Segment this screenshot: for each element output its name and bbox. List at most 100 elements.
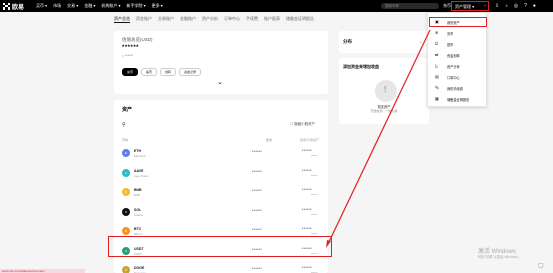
tab-earn[interactable]: 金融账户 — [180, 16, 196, 23]
search-input[interactable]: 搜索币种 — [381, 3, 439, 9]
records-button[interactable]: 资金记录 — [179, 68, 202, 76]
table-row[interactable]: D DOGE Dogecoin ****** ****** ****** — [114, 263, 328, 273]
dropdown-item-label: 订单中心 — [447, 76, 460, 80]
coin-symbol: DOGE — [134, 266, 145, 270]
dropdown-item-proof-of-reserves[interactable]: ▦ 储备金证明报告 — [428, 95, 488, 103]
table-row[interactable]: S SOL Solana ****** ****** ****** — [114, 205, 328, 221]
deposit-button[interactable]: 充币 — [122, 68, 139, 76]
deposit-icon: ⊕ — [435, 30, 439, 35]
transfer-icon: ⇄ — [435, 52, 439, 57]
tab-overview[interactable]: 资产总览 — [114, 16, 130, 23]
tab-analysis[interactable]: 资产分析 — [202, 16, 218, 23]
hide-small-label: 隐藏小额资产 — [294, 122, 316, 126]
dropdown-item-order-center[interactable]: ▤ 订单中心 — [428, 73, 488, 81]
taskbar-icon[interactable]: ▢ — [538, 262, 544, 269]
download-icon[interactable]: ⇩ — [495, 3, 499, 9]
hide-small-assets-toggle[interactable]: ☐ 隐藏小额资产 — [290, 122, 315, 127]
asset-subtabs: 资产总览 资金账户 交易账户 金融账户 资产分析 订单中心 手续费 账户报表 储… — [114, 16, 314, 23]
nav-item-market[interactable]: 市场 — [53, 3, 61, 9]
user-icon[interactable]: ● — [533, 3, 536, 9]
coin-balance: ****** — [252, 208, 262, 213]
coin-symbol: BTC — [134, 227, 142, 231]
coin-value: ****** — [302, 227, 312, 231]
col-coin: 币种 — [122, 138, 129, 142]
distribution-card: 分布 ⌄ — [339, 31, 429, 53]
tab-fees[interactable]: 手续费 — [246, 16, 258, 23]
coin-symbol: SOL — [134, 207, 142, 212]
withdraw-button[interactable]: 提币 — [141, 68, 158, 76]
warning-icon: ! — [384, 85, 387, 94]
top-navbar: 欧易 买币 ▾ 市场 交易 ▾ 金融 ▾ 机构账户 ▾ 新手学院 ▾ 更多 ▾ … — [0, 0, 553, 12]
nav-icon-group: ⇩ ♪ ◎ ? ● — [495, 3, 536, 9]
tab-funding[interactable]: 资金账户 — [136, 16, 152, 23]
overview-value: ****** — [122, 45, 140, 51]
coin-icon: S — [122, 207, 130, 216]
col-value: 估值/可用资产 — [300, 138, 319, 142]
dropdown-item-label: 提币 — [447, 43, 454, 47]
nav-item-more[interactable]: 更多 ▾ — [152, 3, 163, 9]
coin-name: Solana — [134, 212, 143, 217]
dropdown-item-label: 我的资产 — [447, 21, 460, 25]
coin-symbol: AAVE — [134, 168, 144, 173]
table-row[interactable]: E ETH Ethereum ****** ****** ****** — [114, 146, 328, 162]
dropdown-item-transfer[interactable]: ⇄ 资金划转 — [428, 51, 488, 59]
nav-item-buy[interactable]: 买币 ▾ — [36, 3, 47, 9]
nav-item-finance[interactable]: 金融 ▾ — [84, 3, 95, 9]
order-center-icon: ▤ — [435, 74, 439, 79]
withdraw-icon: ⏻ — [435, 41, 439, 46]
coin-symbol: BNB — [134, 188, 142, 192]
coin-name: BNB — [134, 193, 140, 197]
coin-icon: B — [122, 188, 130, 196]
bell-icon[interactable]: ♪ — [505, 3, 508, 9]
table-row[interactable]: A AAVE Aave Token ****** ****** ****** — [114, 166, 328, 182]
coin-value: ****** — [302, 188, 312, 192]
coin-available: ****** — [311, 173, 318, 178]
coin-balance: ****** — [252, 228, 262, 232]
tab-proof-of-reserves[interactable]: 储备金证明报告 — [286, 16, 314, 23]
help-icon[interactable]: ? — [524, 3, 527, 9]
assets-title: 资产 — [122, 107, 133, 113]
dropdown-item-my-fees[interactable]: ％ 我的手续费 — [428, 84, 488, 92]
dropdown-item-withdraw[interactable]: ⏻ 提币 — [428, 40, 488, 48]
deposit-nav-link[interactable]: 充币 — [443, 3, 451, 9]
chevron-down-icon[interactable]: ⌄ — [217, 78, 223, 86]
dropdown-item-deposit[interactable]: ⊕ 充币 — [428, 29, 488, 37]
url-status-bar: www.okx.com/balance/overview — [0, 269, 85, 273]
transfer-button[interactable]: 划转 — [160, 68, 177, 76]
overview-actions: 充币 提币 划转 资金记录 — [122, 68, 202, 76]
globe-icon[interactable]: ◎ — [514, 3, 518, 9]
activation-watermark-sub: 转到"设置"以激活 Windows。 — [478, 255, 522, 259]
dropdown-item-label: 资金划转 — [447, 54, 460, 58]
coin-value: ****** — [302, 168, 312, 173]
coin-value: ****** — [302, 207, 312, 212]
coin-name: Ethereum — [134, 154, 147, 158]
logo[interactable]: 欧易 — [3, 2, 25, 11]
table-row[interactable]: B BNB BNB ****** ****** ****** — [114, 185, 328, 201]
nav-item-trade[interactable]: 交易 ▾ — [67, 3, 78, 9]
coin-symbol: ETH — [134, 149, 141, 153]
coin-name: Aave Token — [134, 173, 149, 178]
overview-title: 估值总览(USD) — [122, 37, 153, 42]
coin-icon: D — [122, 266, 130, 273]
nav-item-academy[interactable]: 新手学院 ▾ — [127, 3, 146, 9]
coin-balance: ****** — [252, 169, 262, 174]
chevron-down-icon[interactable]: ⌄ — [419, 39, 422, 44]
search-icon[interactable]: ⚲ — [122, 122, 126, 128]
assets-menu-button[interactable]: 资产管理 ▾ — [451, 1, 489, 11]
dropdown-item-my-assets[interactable]: ▣ 我的资产 — [428, 18, 488, 26]
nav-menu: 买币 ▾ 市场 交易 ▾ 金融 ▾ 机构账户 ▾ 新手学院 ▾ 更多 ▾ — [36, 3, 163, 9]
coin-balance: ****** — [252, 150, 262, 154]
nav-item-institution[interactable]: 机构账户 ▾ — [101, 3, 120, 9]
logo-text: 欧易 — [12, 4, 25, 11]
my-fees-icon: ％ — [435, 85, 439, 90]
dropdown-item-asset-analysis[interactable]: ◺ 资产分析 — [428, 62, 488, 70]
coin-balance: ****** — [252, 267, 262, 271]
asset-analysis-icon: ◺ — [435, 63, 439, 68]
tab-trading[interactable]: 交易账户 — [158, 16, 174, 23]
empty-subtext: 开始充值 · 一键交易 — [370, 109, 398, 113]
empty-illustration: ! — [375, 80, 397, 102]
okx-logo-icon — [3, 2, 10, 10]
tab-statements[interactable]: 账户报表 — [264, 16, 280, 23]
tab-orders[interactable]: 订单中心 — [224, 16, 240, 23]
coin-available: ****** — [311, 212, 318, 217]
